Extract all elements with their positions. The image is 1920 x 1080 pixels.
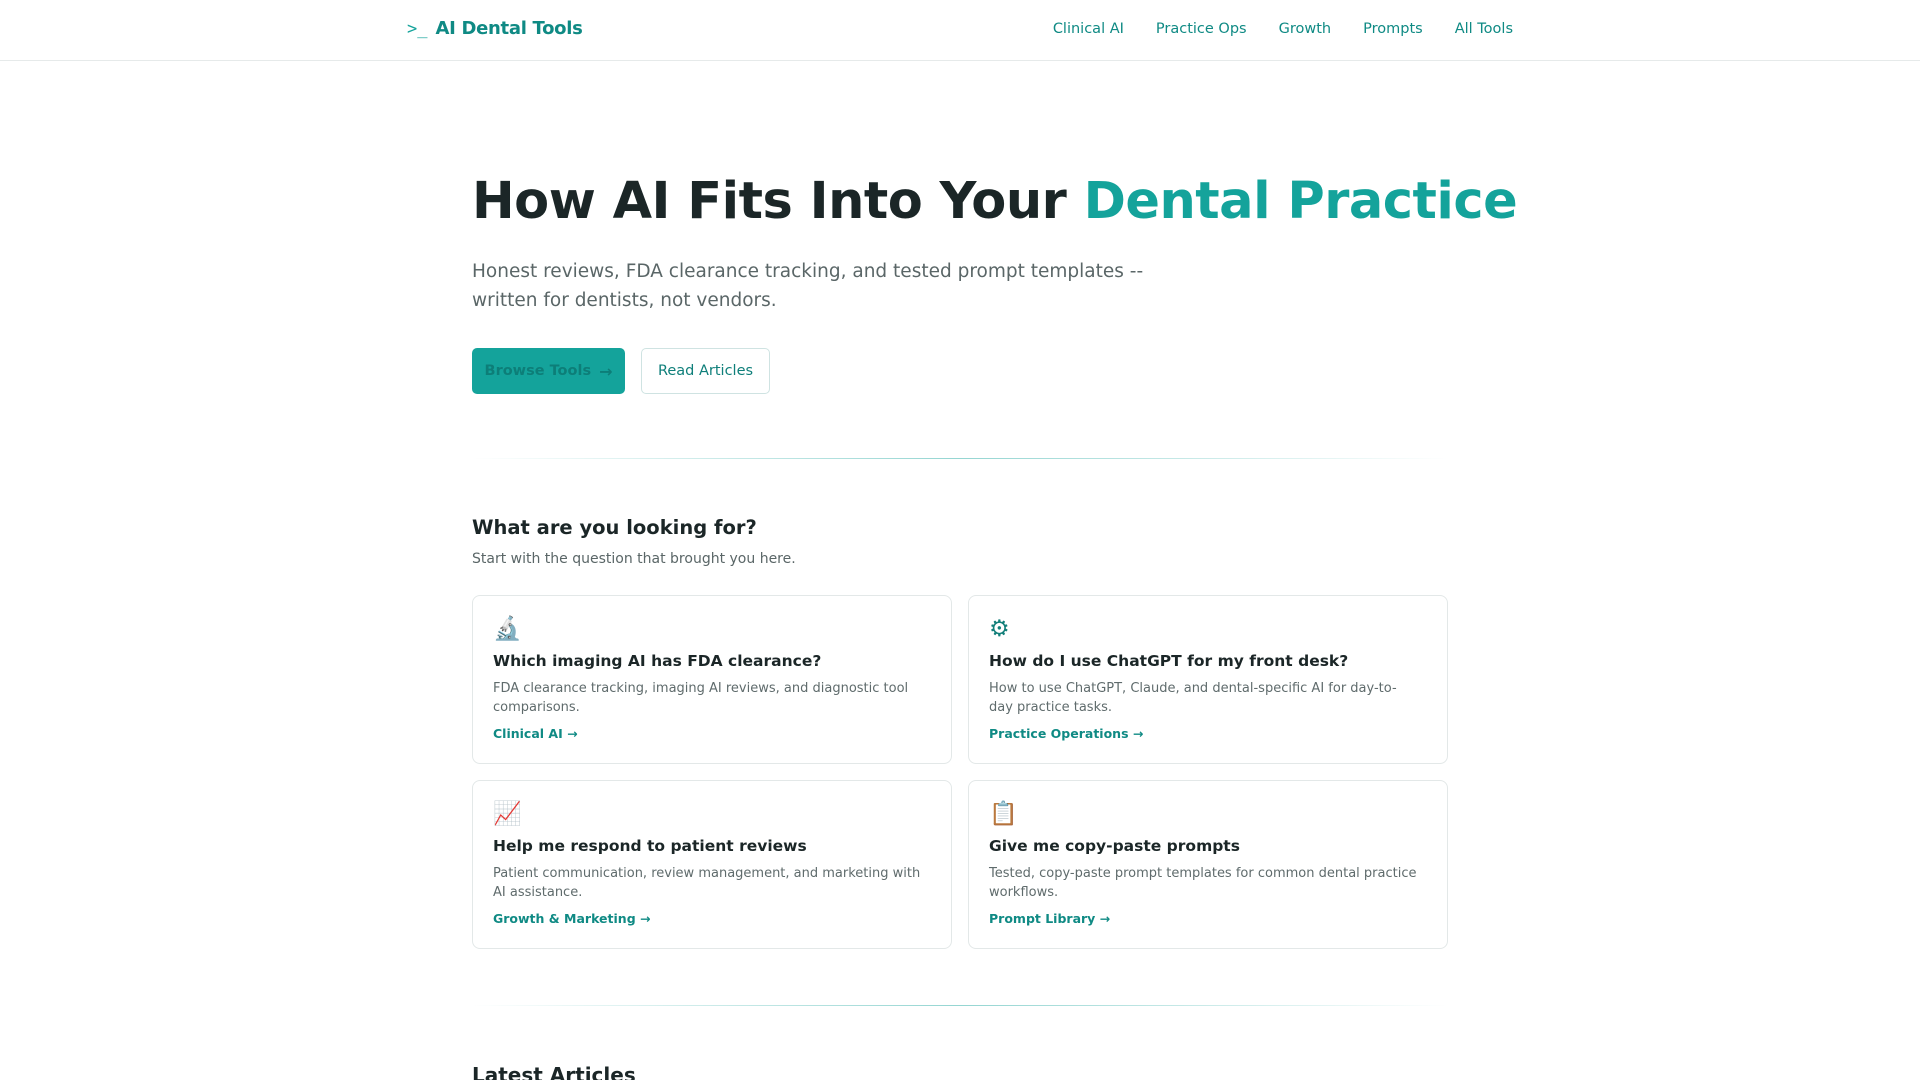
card-clinical-ai[interactable]: 🔬 Which imaging AI has FDA clearance? FD… bbox=[472, 595, 952, 764]
card-link-practice-operations[interactable]: Practice Operations → bbox=[989, 726, 1143, 741]
section-subtitle: Start with the question that brought you… bbox=[472, 551, 796, 567]
card-title: How do I use ChatGPT for my front desk? bbox=[989, 652, 1349, 670]
site-logo[interactable]: >_ AI Dental Tools bbox=[407, 18, 583, 39]
card-link-prompt-library[interactable]: Prompt Library → bbox=[989, 911, 1110, 926]
latest-articles-title: Latest Articles bbox=[472, 1063, 636, 1080]
nav-link-practice-ops[interactable]: Practice Ops bbox=[1156, 21, 1247, 37]
microscope-icon: 🔬 bbox=[493, 616, 522, 642]
hero-subtitle: Honest reviews, FDA clearance tracking, … bbox=[472, 261, 1144, 311]
gear-icon: ⚙ bbox=[989, 616, 1010, 642]
section-title: What are you looking for? bbox=[472, 516, 757, 539]
terminal-prompt-icon: >_ bbox=[407, 18, 428, 39]
hero-title-accent: Dental Practice bbox=[1083, 172, 1518, 231]
clipboard-icon: 📋 bbox=[989, 801, 1018, 827]
browse-tools-label: Browse Tools bbox=[484, 363, 592, 379]
section-divider bbox=[472, 458, 1448, 459]
card-practice-ops[interactable]: ⚙ How do I use ChatGPT for my front desk… bbox=[968, 595, 1448, 764]
card-title: Which imaging AI has FDA clearance? bbox=[493, 652, 822, 670]
site-name: AI Dental Tools bbox=[435, 18, 583, 39]
arrow-right-icon: → bbox=[599, 361, 613, 381]
nav-link-all-tools[interactable]: All Tools bbox=[1455, 21, 1513, 37]
site-header: >_ AI Dental Tools Clinical AI Practice … bbox=[0, 0, 1920, 61]
card-description: How to use ChatGPT, Claude, and dental-s… bbox=[989, 681, 1397, 715]
nav-link-prompts[interactable]: Prompts bbox=[1363, 21, 1423, 37]
card-title: Give me copy-paste prompts bbox=[989, 837, 1240, 855]
card-link-clinical-ai[interactable]: Clinical AI → bbox=[493, 726, 578, 741]
main-nav: Clinical AI Practice Ops Growth Prompts … bbox=[1053, 21, 1513, 37]
section-divider bbox=[472, 1005, 1448, 1006]
hero-title-main: How AI Fits Into Your bbox=[472, 172, 1084, 231]
card-prompts[interactable]: 📋 Give me copy-paste prompts Tested, cop… bbox=[968, 780, 1448, 949]
browse-tools-button[interactable]: Browse Tools → bbox=[472, 348, 625, 394]
nav-link-clinical-ai[interactable]: Clinical AI bbox=[1053, 21, 1124, 37]
card-description: FDA clearance tracking, imaging AI revie… bbox=[493, 681, 909, 715]
hero-title: How AI Fits Into Your Dental Practice bbox=[472, 172, 1518, 231]
card-description: Tested, copy-paste prompt templates for … bbox=[989, 866, 1417, 900]
card-description: Patient communication, review management… bbox=[493, 866, 921, 900]
chart-increasing-icon: 📈 bbox=[493, 801, 522, 827]
card-title: Help me respond to patient reviews bbox=[493, 837, 807, 855]
card-link-growth-marketing[interactable]: Growth & Marketing → bbox=[493, 911, 650, 926]
card-growth[interactable]: 📈 Help me respond to patient reviews Pat… bbox=[472, 780, 952, 949]
nav-link-growth[interactable]: Growth bbox=[1279, 21, 1332, 37]
read-articles-button[interactable]: Read Articles bbox=[641, 348, 770, 394]
